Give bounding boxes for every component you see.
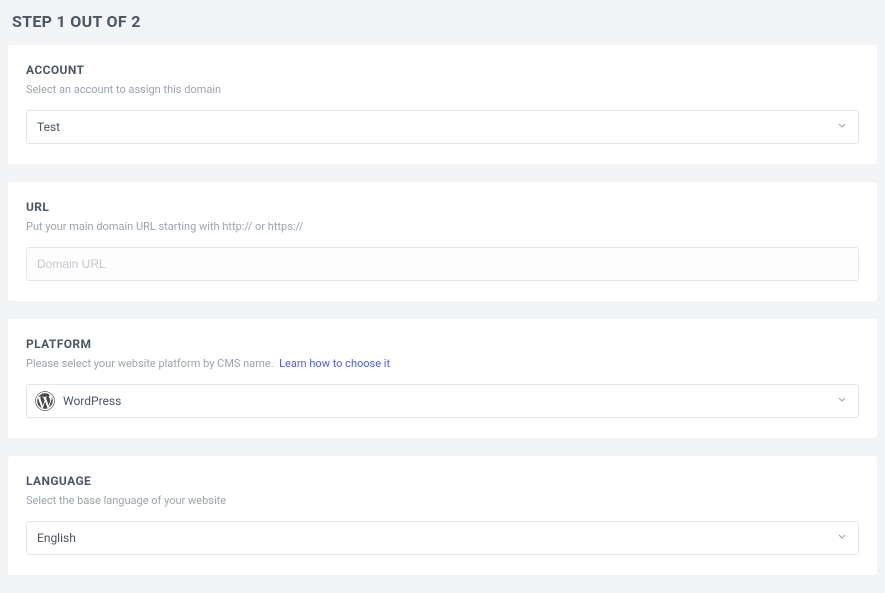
url-input[interactable] (26, 247, 859, 281)
step-title: STEP 1 OUT OF 2 (8, 8, 877, 45)
language-desc: Select the base language of your website (26, 494, 859, 507)
url-title: URL (26, 200, 859, 214)
chevron-down-icon (836, 531, 848, 546)
account-desc: Select an account to assign this domain (26, 83, 859, 96)
platform-title: PLATFORM (26, 337, 859, 351)
language-select-value: English (37, 531, 828, 545)
platform-desc-text: Please select your website platform by C… (26, 357, 274, 370)
account-select-value: Test (37, 120, 828, 134)
account-select[interactable]: Test (26, 110, 859, 144)
url-card: URL Put your main domain URL starting wi… (8, 182, 877, 301)
platform-select[interactable]: WordPress (26, 384, 859, 418)
url-desc: Put your main domain URL starting with h… (26, 220, 859, 233)
platform-select-value: WordPress (63, 394, 828, 408)
chevron-down-icon (836, 120, 848, 135)
language-title: LANGUAGE (26, 474, 859, 488)
platform-learn-link[interactable]: Learn how to choose it (279, 357, 390, 370)
account-title: ACCOUNT (26, 63, 859, 77)
chevron-down-icon (836, 394, 848, 409)
language-select[interactable]: English (26, 521, 859, 555)
account-card: ACCOUNT Select an account to assign this… (8, 45, 877, 164)
platform-desc: Please select your website platform by C… (26, 357, 859, 370)
wordpress-icon (35, 391, 55, 411)
language-card: LANGUAGE Select the base language of you… (8, 456, 877, 575)
platform-card: PLATFORM Please select your website plat… (8, 319, 877, 438)
